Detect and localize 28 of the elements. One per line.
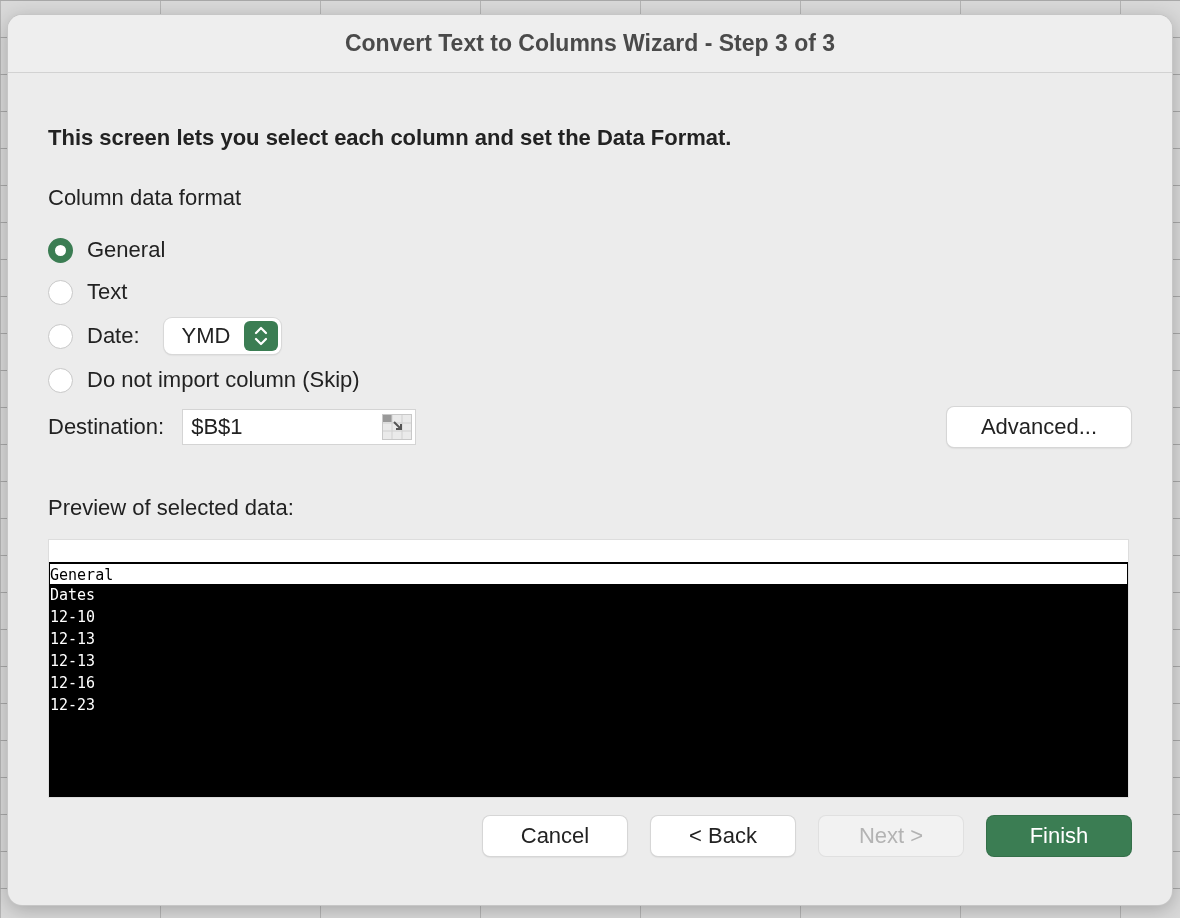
option-label[interactable]: General	[87, 237, 166, 263]
preview-row-text: 12-10	[50, 607, 97, 628]
preview-row-text: 12-23	[50, 695, 97, 716]
range-select-icon[interactable]	[382, 414, 413, 440]
wizard-button[interactable]: < Back	[651, 816, 795, 856]
destination-label: Destination:	[48, 414, 165, 440]
wizard-button[interactable]: Finish	[987, 816, 1131, 856]
radio-button[interactable]	[48, 323, 73, 349]
radio-button[interactable]	[48, 237, 73, 263]
wizard-button[interactable]: Cancel	[483, 816, 627, 856]
radio-button[interactable]	[48, 367, 73, 393]
preview-label: Preview of selected data:	[48, 495, 295, 522]
column-format-header[interactable]: General	[49, 564, 1127, 584]
advanced-button[interactable]: Advanced...	[947, 407, 1131, 447]
preview-row-text: 12-13	[50, 651, 97, 672]
option-label[interactable]: Do not import column (Skip)	[87, 367, 360, 393]
option-label[interactable]: Date:	[87, 323, 140, 349]
radio-button[interactable]	[48, 279, 73, 305]
instruction-text: This screen lets you select each column and set the Data Format.	[48, 125, 733, 152]
preview-row-text: 12-13	[50, 629, 97, 650]
destination-field[interactable]: $B$1	[182, 409, 417, 445]
option-label[interactable]: Text	[87, 279, 128, 305]
window-title: Convert Text to Columns Wizard - Step 3 of 3	[344, 30, 836, 57]
preview-row-text: 12-16	[50, 673, 97, 694]
date-order-dropdown[interactable]: YMD	[163, 318, 282, 354]
preview-row-text: Dates	[50, 585, 97, 606]
chevron-up-down-icon	[244, 321, 279, 351]
group-label: Column data format	[48, 185, 243, 212]
